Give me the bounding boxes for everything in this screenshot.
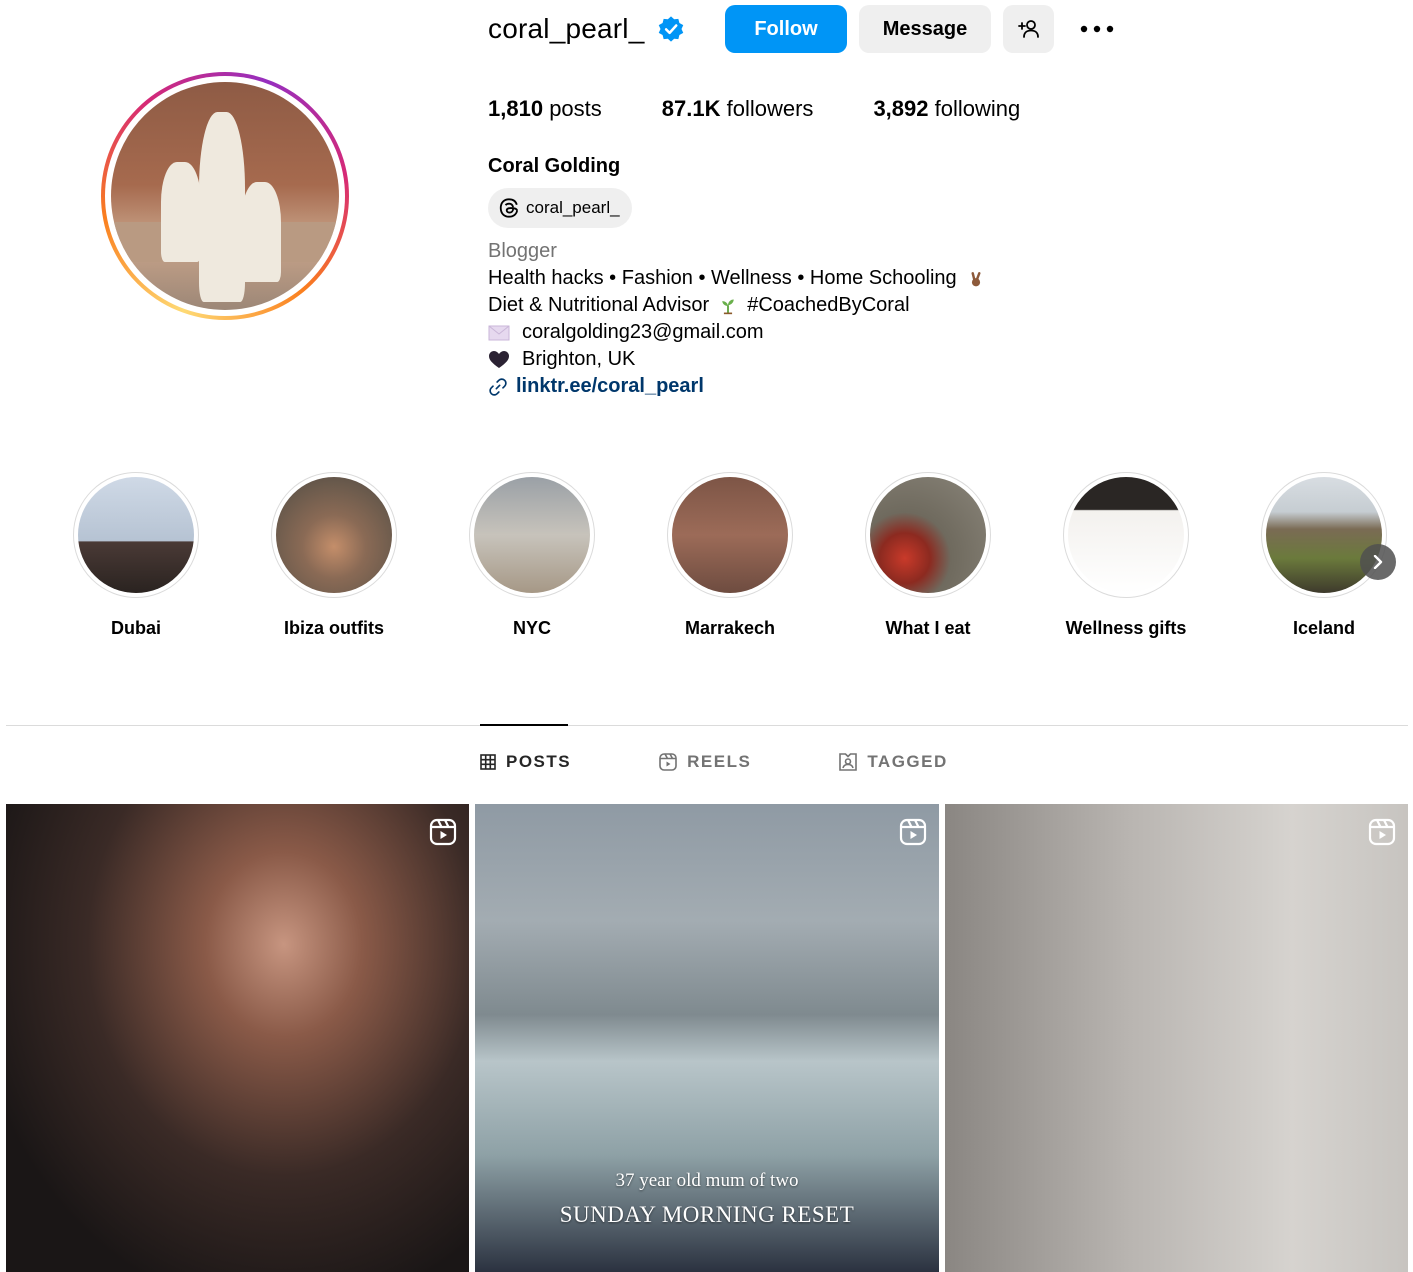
victory-hand-emoji-icon	[971, 271, 981, 286]
highlight-dubai[interactable]: Dubai	[41, 472, 231, 639]
more-options-button[interactable]	[1072, 5, 1122, 53]
avatar-border	[105, 76, 345, 316]
highlight-label: What I eat	[885, 618, 971, 638]
stat-followers-value: 87.1K	[661, 96, 721, 121]
highlight-ring	[1063, 472, 1189, 598]
stat-posts: 1,810 posts	[488, 96, 602, 122]
highlights-next-button[interactable]	[1360, 544, 1396, 580]
highlight-ibiza-outfits[interactable]: Ibiza outfits	[239, 472, 429, 639]
highlight-label: Iceland	[1292, 618, 1356, 638]
highlight-cover	[78, 477, 194, 593]
tab-reels-label: REELS	[687, 752, 752, 771]
tab-posts[interactable]: POSTS	[480, 752, 571, 772]
verified-badge-icon	[658, 16, 683, 42]
post-tile[interactable]: 37 year old mum of two SUNDAY MORNING RE…	[475, 804, 939, 1272]
more-options-icon	[1080, 25, 1114, 33]
tagged-icon	[839, 753, 858, 771]
highlight-marrakech[interactable]: Marrakech	[635, 472, 825, 639]
highlight-label: Marrakech	[684, 618, 776, 638]
highlight-label: NYC	[512, 618, 551, 638]
post-tile[interactable]	[945, 804, 1408, 1272]
highlight-cover	[1266, 477, 1382, 593]
highlight-wellness-gifts[interactable]: Wellness gifts	[1031, 472, 1221, 639]
stat-following-value: 3,892	[873, 96, 929, 121]
post-tile[interactable]	[6, 804, 469, 1272]
profile-avatar[interactable]	[101, 72, 349, 320]
add-user-icon	[1017, 20, 1039, 38]
threads-link-pill[interactable]: coral_pearl_	[488, 188, 632, 228]
avatar-photo	[111, 82, 339, 310]
threads-icon	[499, 198, 518, 218]
suggested-users-button[interactable]	[1003, 5, 1054, 53]
bio-external-link[interactable]: linktr.ee/coral_pearl	[516, 373, 704, 400]
avatar-figure-child-left	[161, 162, 201, 262]
highlight-ring	[73, 472, 199, 598]
bio-category: Blogger	[488, 240, 557, 262]
bio-email: coralgolding23@gmail.com	[522, 321, 764, 343]
chevron-right-icon	[1373, 555, 1383, 569]
tab-tagged-label: TAGGED	[867, 752, 948, 771]
highlight-ring	[667, 472, 793, 598]
tabs-divider	[6, 725, 1408, 726]
bio-email-line: coralgolding23@gmail.com	[488, 319, 995, 346]
profile-bio: Blogger Health hacks • Fashion • Wellnes…	[488, 238, 995, 400]
profile-tabs: POSTS REELS TAGGED	[480, 752, 1036, 772]
message-button[interactable]: Message	[859, 5, 991, 53]
highlight-label: Ibiza outfits	[284, 618, 384, 638]
highlight-cover	[276, 477, 392, 593]
bio-line-2: Diet & Nutritional Advisor #CoachedByCor…	[488, 292, 995, 319]
reels-icon	[659, 753, 677, 771]
reel-icon	[1368, 818, 1396, 846]
bio-line-1-text: Health hacks • Fashion • Wellness • Home…	[488, 267, 957, 289]
follow-button[interactable]: Follow	[725, 5, 847, 53]
reel-icon	[899, 818, 927, 846]
highlight-label: Wellness gifts	[1065, 618, 1187, 638]
stat-following[interactable]: 3,892 following	[873, 96, 1020, 122]
highlight-cover	[1068, 477, 1184, 593]
highlight-ring	[469, 472, 595, 598]
story-highlights: Dubai Ibiza outfits NYC Marrakech What I…	[0, 472, 1413, 652]
stat-posts-label: posts	[549, 96, 602, 121]
highlight-ring	[865, 472, 991, 598]
highlight-label: Dubai	[110, 618, 161, 638]
tab-posts-label: POSTS	[506, 752, 572, 771]
highlight-cover	[870, 477, 986, 593]
profile-stats: 1,810 posts 87.1K followers 3,892 follow…	[488, 96, 1080, 122]
username: coral_pearl_	[488, 13, 645, 44]
bio-hashtag[interactable]: #CoachedByCoral	[747, 292, 909, 319]
post-overlay-caption-line1: 37 year old mum of two	[615, 1170, 799, 1191]
bio-location: Brighton, UK	[522, 348, 636, 370]
bio-link-line[interactable]: linktr.ee/coral_pearl	[488, 373, 995, 400]
bio-line-1: Health hacks • Fashion • Wellness • Home…	[488, 265, 995, 292]
highlight-cover	[474, 477, 590, 593]
tab-reels[interactable]: REELS	[659, 752, 751, 772]
seedling-emoji-icon	[722, 298, 734, 314]
stat-following-label: following	[934, 96, 1021, 121]
highlight-what-i-eat[interactable]: What I eat	[833, 472, 1023, 639]
reel-icon	[429, 818, 457, 846]
full-name: Coral Golding	[488, 155, 621, 177]
active-tab-indicator	[480, 724, 568, 726]
highlight-ring	[271, 472, 397, 598]
threads-handle: coral_pearl_	[526, 198, 620, 217]
envelope-emoji-icon	[488, 325, 510, 340]
avatar-figure-mother	[199, 112, 245, 302]
username-row: coral_pearl_	[488, 4, 685, 54]
link-icon	[489, 377, 507, 396]
tab-tagged[interactable]: TAGGED	[839, 752, 947, 772]
bio-location-line: Brighton, UK	[488, 346, 995, 373]
stat-followers[interactable]: 87.1K followers	[662, 96, 814, 122]
highlight-nyc[interactable]: NYC	[437, 472, 627, 639]
stat-followers-label: followers	[726, 96, 814, 121]
post-overlay-caption-line2: SUNDAY MORNING RESET	[559, 1202, 855, 1227]
stat-posts-value: 1,810	[488, 96, 544, 121]
bio-line-2-text: Diet & Nutritional Advisor	[488, 294, 710, 316]
avatar-figure-child-right	[241, 182, 281, 282]
highlight-cover	[672, 477, 788, 593]
highlight-ring	[1261, 472, 1387, 598]
black-heart-emoji-icon	[489, 350, 509, 368]
grid-icon	[480, 754, 496, 770]
